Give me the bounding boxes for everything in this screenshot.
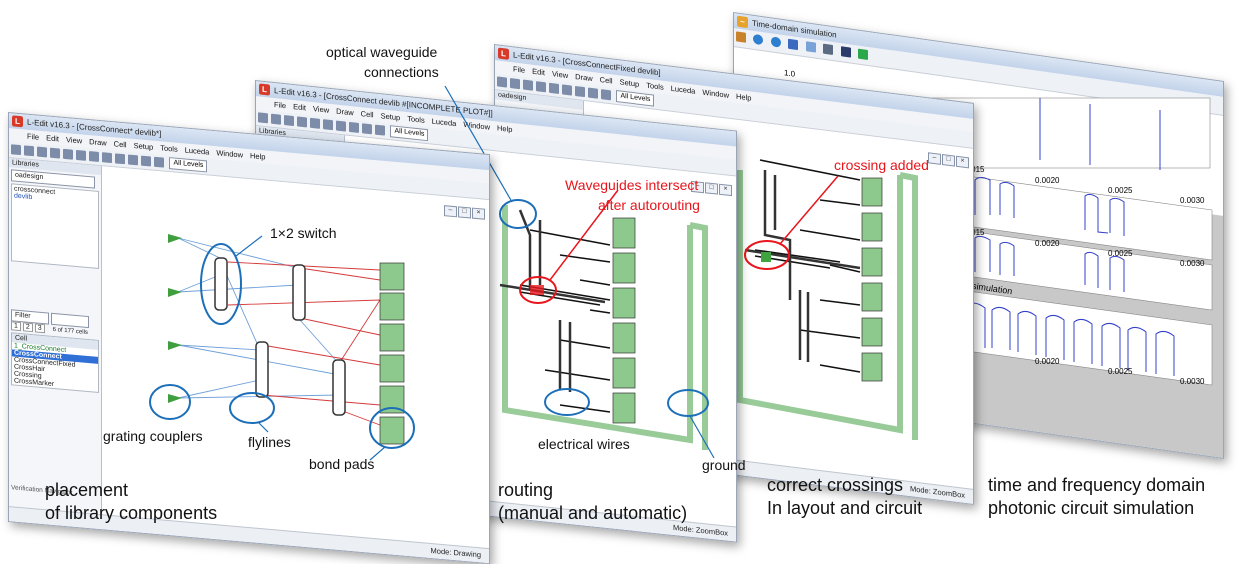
w1-grating-couplers [168, 234, 182, 403]
grating-2 [168, 288, 182, 297]
label-flylines: flylines [248, 434, 291, 450]
caption-simulation: time and frequency domain photonic circu… [988, 474, 1205, 520]
caption-simulation-1: time and frequency domain [988, 475, 1206, 495]
label-optical-2: connections [364, 64, 439, 80]
flyline-ellipse [229, 392, 275, 424]
caption-placement-2: of library components [45, 503, 218, 523]
switch-pointer [235, 235, 263, 257]
label-switch: 1×2 switch [270, 225, 337, 241]
w1-pad-4 [379, 354, 405, 383]
grating-3 [168, 341, 182, 350]
label-intersect-1: Waveguides intersect [565, 177, 699, 193]
caption-crossings-1: correct crossings [767, 475, 904, 495]
label-crossing-added: crossing added [834, 157, 929, 173]
w1-status: Mode: Drawing [430, 545, 481, 560]
w1-pads [379, 262, 405, 445]
caption-crossings: correct crossings In layout and circuit [767, 474, 922, 520]
flyline-pointer [257, 421, 269, 433]
w1-switches [214, 257, 346, 416]
label-intersect-2: after autorouting [598, 197, 700, 213]
label-grating: grating couplers [103, 428, 203, 444]
label-elecwires: electrical wires [538, 436, 630, 452]
switch-1 [214, 257, 228, 311]
caption-routing-2: (manual and automatic) [498, 503, 688, 523]
switch-2 [292, 264, 306, 321]
w1-pad-1 [379, 262, 405, 291]
caption-simulation-2: photonic circuit simulation [988, 498, 1195, 518]
grating-1 [168, 234, 182, 243]
grating-4 [168, 394, 182, 403]
switch-3 [255, 341, 269, 398]
switch-4 [332, 359, 346, 416]
w1-pad-3 [379, 323, 405, 352]
label-optical-1: optical waveguide [326, 44, 438, 60]
w1-pad-2 [379, 292, 405, 321]
caption-routing-1: routing [498, 480, 554, 500]
caption-placement: placement of library components [45, 479, 217, 525]
label-bondpads: bond pads [309, 456, 375, 472]
label-ground: ground [702, 457, 746, 473]
caption-placement-1: placement [45, 480, 129, 500]
w1-pad-6 [379, 416, 405, 445]
caption-crossings-2: In layout and circuit [767, 498, 923, 518]
caption-routing: routing (manual and automatic) [498, 479, 687, 525]
